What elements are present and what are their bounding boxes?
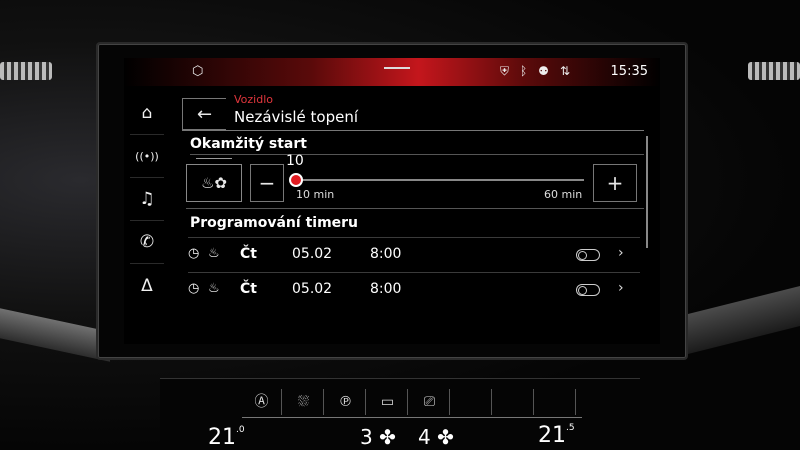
timer-section-title: Programování timeru: [190, 215, 359, 231]
quick-start-title: Okamžitý start: [190, 136, 307, 152]
clock: 15:35: [610, 64, 648, 79]
decrease-button[interactable]: −: [250, 164, 284, 202]
timer-day: Čt: [240, 281, 257, 297]
page-title: Nezávislé topení: [234, 108, 359, 126]
climate-buttons: Ⓐ ⛆ ℗ ▭ ⎚: [242, 389, 576, 415]
phone-icon[interactable]: ✆: [130, 221, 164, 264]
plus-icon: +: [606, 171, 624, 195]
timer-time: 8:00: [370, 246, 402, 262]
seat-heat-icon: ♨: [208, 281, 220, 296]
climate-panel: Ⓐ ⛆ ℗ ▭ ⎚ 21.0 3 ✤ 4 ✤ 21.5: [160, 378, 640, 450]
shield-icon: ⛨: [499, 64, 509, 78]
status-bar: ⬡ ⛨ ᛒ ⚉ ⇅ 15:35: [124, 58, 660, 86]
bluetooth-icon: ᛒ: [519, 64, 528, 78]
cube-icon: ⬡: [192, 64, 204, 79]
person-icon: ⚉: [538, 64, 549, 78]
rear-defrost-button[interactable]: ℗: [326, 389, 366, 415]
media-icon[interactable]: ♫: [130, 178, 164, 221]
back-arrow-icon: ←: [196, 103, 213, 125]
status-icons: ⛨ ᛒ ⚉ ⇅: [500, 64, 570, 79]
timer-row[interactable]: ◷ ♨ Čt 05.02 8:00 ›: [188, 238, 640, 272]
slider-max-label: 60 min: [544, 188, 583, 201]
timer-toggle[interactable]: [576, 249, 600, 261]
sidebar: ⌂ ((•)) ♫ ✆ Δ: [130, 92, 164, 308]
radio-icon[interactable]: ((•)): [130, 135, 164, 178]
clock-icon: ◷: [188, 246, 200, 261]
increase-button[interactable]: +: [593, 164, 637, 202]
timer-time: 8:00: [370, 281, 402, 297]
breadcrumb[interactable]: Vozidlo: [234, 93, 273, 106]
section-divider: [186, 208, 644, 209]
climate-divider: [242, 417, 582, 418]
navigation-icon[interactable]: Δ: [130, 264, 164, 307]
chevron-right-icon[interactable]: ›: [618, 245, 624, 261]
slider-thumb[interactable]: [289, 173, 303, 187]
fan-speed-right[interactable]: 4 ✤: [418, 425, 454, 449]
seat-heat-icon: ♨: [208, 246, 220, 261]
clock-icon: ◷: [188, 281, 200, 296]
header-divider: [182, 130, 644, 131]
timer-day: Čt: [240, 246, 257, 262]
air-vent-left: [0, 62, 52, 80]
heater-preset-button[interactable]: ♨✿: [186, 164, 242, 202]
air-vent-right: [748, 62, 800, 80]
slider-min-label: 10 min: [296, 188, 335, 201]
infotainment-screen: ⬡ ⛨ ᛒ ⚉ ⇅ 15:35 ⌂ ((•)) ♫ ✆ Δ ← Vozidlo …: [124, 58, 660, 344]
back-button[interactable]: ←: [182, 98, 226, 130]
preset-indicator: [196, 158, 232, 159]
climate-button-7[interactable]: [494, 389, 534, 415]
scrollbar[interactable]: [646, 136, 648, 248]
climate-button-6[interactable]: [452, 389, 492, 415]
pull-down-handle[interactable]: [384, 67, 410, 69]
section-divider: [190, 154, 644, 155]
home-icon[interactable]: ⌂: [130, 92, 164, 135]
seat-heat-button[interactable]: ▭: [368, 389, 408, 415]
fan-speed-left[interactable]: 3 ✤: [360, 425, 396, 449]
chevron-right-icon[interactable]: ›: [618, 280, 624, 296]
seat-heat-icon: ♨✿: [200, 174, 227, 192]
windshield-defrost-button[interactable]: ⛆: [284, 389, 324, 415]
climate-button-8[interactable]: [536, 389, 576, 415]
timer-date: 05.02: [292, 246, 333, 262]
signal-icon: ⇅: [559, 64, 570, 78]
timer-row[interactable]: ◷ ♨ Čt 05.02 8:00 ›: [188, 273, 640, 307]
temperature-right[interactable]: 21.5: [538, 423, 575, 448]
duration-slider[interactable]: [289, 173, 584, 187]
slider-value: 10: [286, 153, 304, 169]
timer-date: 05.02: [292, 281, 333, 297]
auto-off-button[interactable]: Ⓐ: [242, 389, 282, 415]
timer-toggle[interactable]: [576, 284, 600, 296]
recirculation-button[interactable]: ⎚: [410, 389, 450, 415]
temperature-left[interactable]: 21.0: [208, 425, 245, 450]
minus-icon: −: [258, 171, 276, 195]
